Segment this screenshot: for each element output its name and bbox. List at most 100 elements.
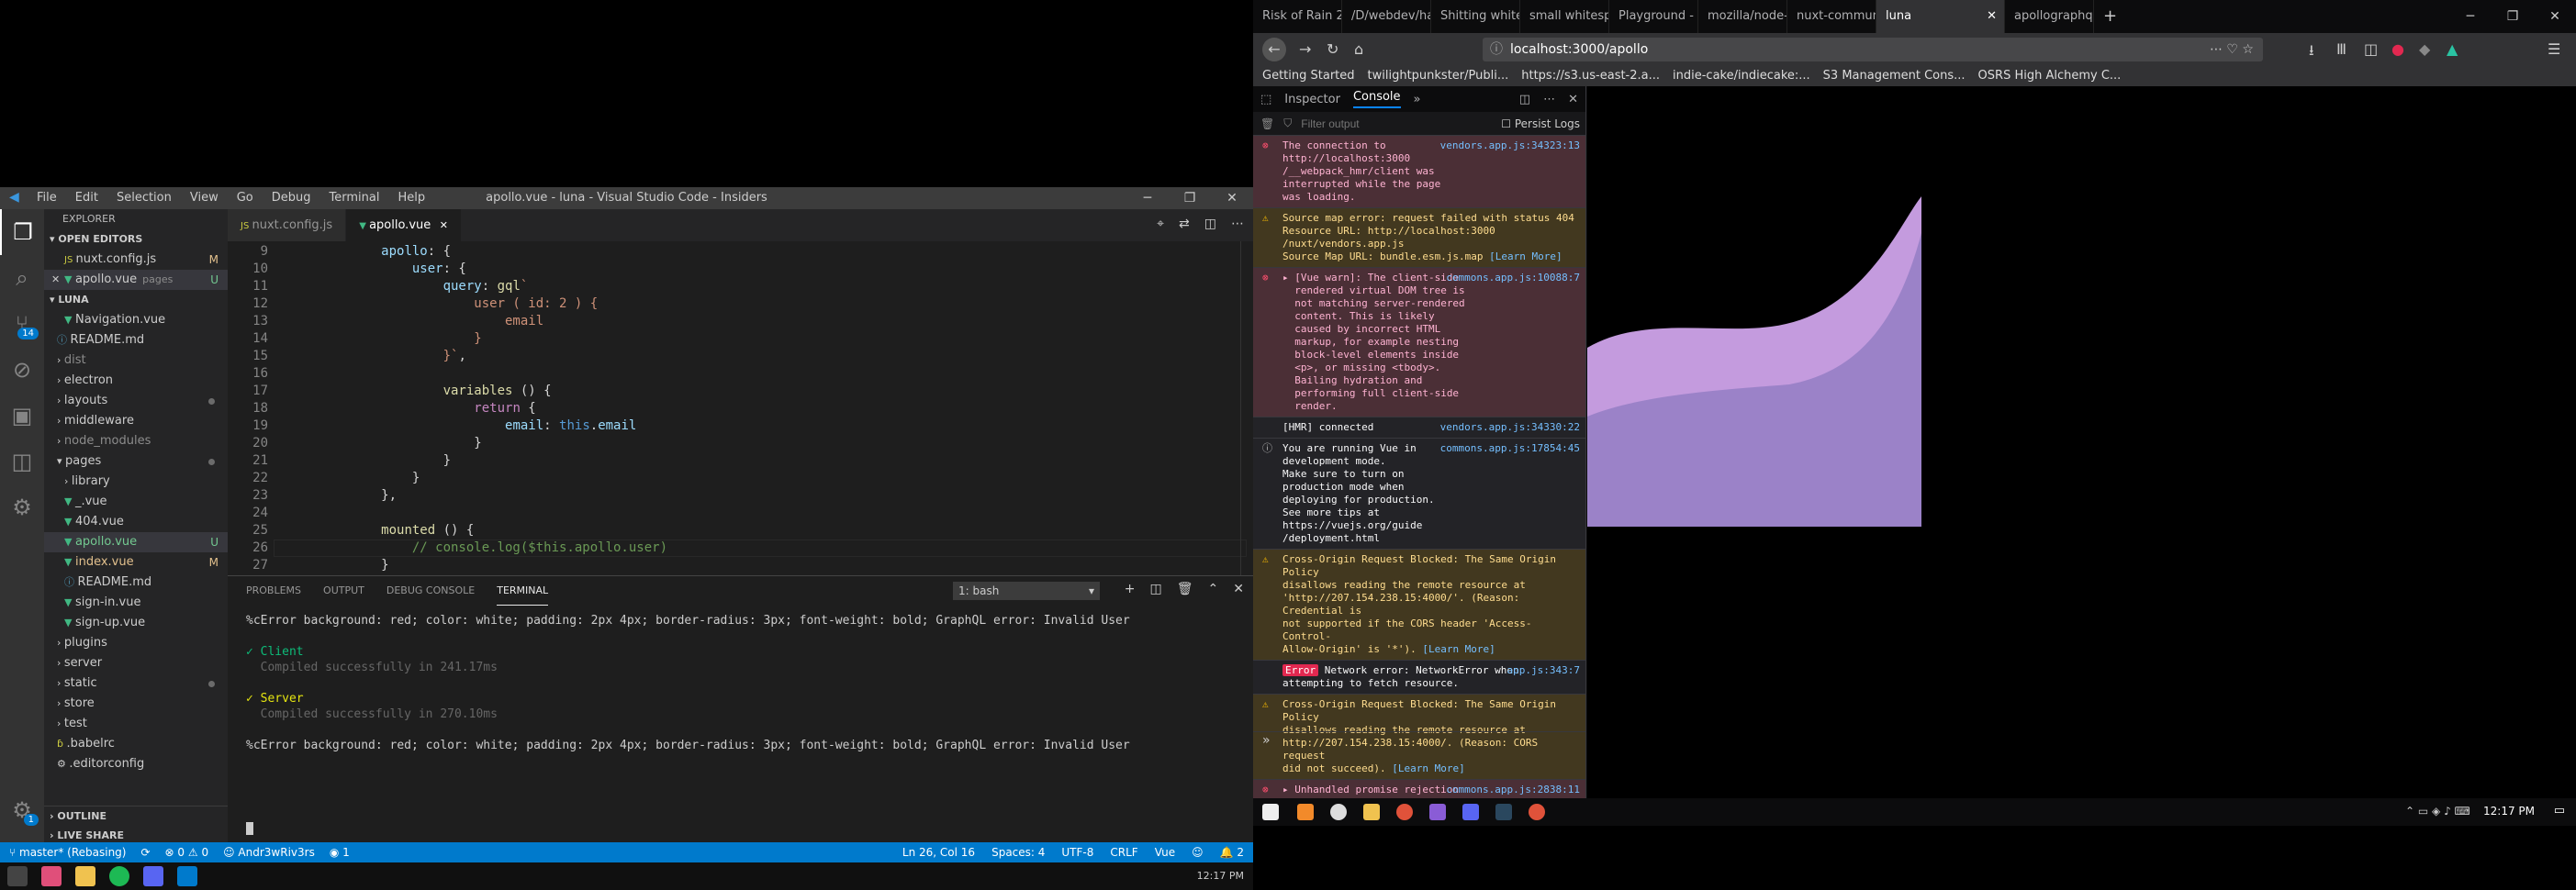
file-tree-item[interactable]: ▼ _.vue [44, 492, 228, 512]
file-tree-item[interactable]: › middleware [44, 411, 228, 431]
url-bar[interactable]: ⓘ localhost:3000/apollo ⋯ ♡ ☆ [1483, 38, 2263, 61]
panel-tab-terminal[interactable]: TERMINAL [497, 576, 549, 606]
file-tree-item[interactable]: ▼ sign-up.vue [44, 613, 228, 633]
file-tree-item[interactable]: › dist [44, 350, 228, 371]
browser-tab[interactable]: nuxt-community [1787, 0, 1876, 33]
close-panel-icon[interactable]: ✕ [1233, 582, 1244, 596]
file-tree-item[interactable]: ▼ index.vue M [44, 552, 228, 573]
trash-icon[interactable]: 🗑 [1177, 582, 1193, 596]
file-tree-item[interactable]: › layouts [44, 391, 228, 411]
panel-tab-debug-console[interactable]: DEBUG CONSOLE [386, 576, 475, 606]
bookmark-item[interactable]: twilightpunkster/Publi... [1368, 66, 1509, 86]
downloads-icon[interactable]: ⭳ [2309, 40, 2314, 65]
panel-tab-output[interactable]: OUTPUT [323, 576, 364, 606]
new-terminal-icon[interactable]: + [1125, 582, 1136, 596]
maximize-icon[interactable]: ❐ [2492, 0, 2534, 33]
reload-icon[interactable]: ↻ [1327, 40, 1338, 58]
cursor-position[interactable]: Ln 26, Col 16 [902, 842, 975, 862]
code-editor[interactable]: 9 apollo: {10 user: {11 query: gql` 12 us… [228, 241, 1253, 625]
menu-item-selection[interactable]: Selection [117, 191, 172, 205]
editor-tab[interactable]: JS nuxt.config.js [228, 209, 347, 241]
app-icon[interactable] [1330, 804, 1347, 820]
console-message[interactable]: ⚠ Cross-Origin Request Blocked: The Same … [1253, 550, 1585, 661]
notifications[interactable]: 🔔 2 [1220, 842, 1244, 862]
console-source-link[interactable]: vendors.app.js:34330:22 [1440, 421, 1580, 434]
live-share-count[interactable]: ◉ 1 [330, 842, 350, 862]
git-branch[interactable]: ⑂ master* (Rebasing) [9, 842, 126, 862]
search-icon[interactable]: ⌕ [0, 255, 44, 301]
browser-tab[interactable]: Shitting white line [1431, 0, 1520, 33]
bookmark-item[interactable]: Getting Started [1262, 66, 1355, 86]
spotify-icon[interactable] [109, 866, 129, 886]
extension-icon[interactable]: ● [2391, 40, 2404, 58]
file-tree-item[interactable]: › store [44, 694, 228, 714]
menu-item-help[interactable]: Help [398, 191, 425, 205]
feedback-icon[interactable]: ☺ [1192, 842, 1204, 862]
vscode-icon[interactable] [177, 866, 197, 886]
open-editors-section[interactable]: ▾ OPEN EDITORS [44, 229, 228, 250]
library-icon[interactable]: Ⅲ [2336, 40, 2346, 58]
browser-tab[interactable]: apollographql/gr [2005, 0, 2094, 33]
indentation[interactable]: Spaces: 4 [991, 842, 1045, 862]
chrome-icon[interactable] [1396, 804, 1413, 820]
devtools-menu-icon[interactable]: ⋯ [1543, 93, 1555, 106]
console-message[interactable]: [HMR] connected vendors.app.js:34330:22 [1253, 417, 1585, 439]
language-mode[interactable]: Vue [1155, 842, 1175, 862]
menu-item-file[interactable]: File [37, 191, 57, 205]
file-tree-item[interactable]: ▾ pages [44, 451, 228, 472]
close-icon[interactable]: ✕ [1987, 0, 1997, 33]
forward-icon[interactable]: → [1299, 40, 1311, 58]
menu-icon[interactable]: ☰ [2548, 40, 2560, 58]
back-icon[interactable]: ← [1262, 38, 1286, 61]
console-message[interactable]: Error Network error: NetworkError when a… [1253, 661, 1585, 695]
settings-sync-icon[interactable]: ⚙ [0, 484, 44, 530]
learn-more-link[interactable]: [Learn More] [1392, 762, 1464, 774]
file-tree-item[interactable]: ⚙ .editorconfig [44, 754, 228, 774]
outline-section[interactable]: › OUTLINE [44, 806, 228, 826]
debug-icon[interactable]: ⊘ [0, 347, 44, 393]
scrollbar[interactable] [1240, 241, 1253, 575]
problems-indicator[interactable]: ⊗ 0 ⚠ 0 [165, 842, 209, 862]
more-actions-icon[interactable]: ⋯ [1231, 217, 1244, 231]
source-control-icon[interactable]: ⑂ 14 [0, 301, 44, 347]
maximize-panel-icon[interactable]: ⌃ [1208, 582, 1219, 596]
panel-tab-problems[interactable]: PROBLEMS [246, 576, 301, 606]
file-tree-item[interactable]: › static [44, 673, 228, 694]
pick-element-icon[interactable]: ⬚ [1260, 93, 1271, 106]
file-tree-item[interactable]: ɓ .babelrc [44, 734, 228, 754]
persist-logs-checkbox[interactable]: ☐ Persist Logs [1501, 117, 1580, 130]
file-tree-item[interactable]: ▼ sign-in.vue [44, 593, 228, 613]
file-tree-item[interactable]: ⓘ README.md [44, 573, 228, 593]
minimize-icon[interactable]: ─ [1126, 187, 1169, 209]
extensions-icon[interactable]: ▣ [0, 393, 44, 439]
notification-icon[interactable]: ▭ [2554, 804, 2565, 818]
remote-icon[interactable]: ◫ [0, 439, 44, 484]
app-icon[interactable] [1297, 804, 1314, 820]
file-tree-item[interactable]: › node_modules [44, 431, 228, 451]
file-tree-item[interactable]: ▼ 404.vue [44, 512, 228, 532]
chrome-icon[interactable] [1529, 804, 1545, 820]
console-source-link[interactable]: commons.app.js:2838:11 [1446, 784, 1580, 796]
filter-input[interactable] [1301, 117, 1467, 130]
file-tree-item[interactable]: ⓘ README.md [44, 330, 228, 350]
browser-tab[interactable]: Risk of Rain 2 on [1253, 0, 1342, 33]
close-icon[interactable]: ✕ [2534, 0, 2576, 33]
new-tab-icon[interactable]: + [2094, 0, 2117, 33]
start-icon[interactable] [7, 866, 28, 886]
app-icon[interactable] [1462, 804, 1479, 820]
bookmark-item[interactable]: https://s3.us-east-2.a... [1521, 66, 1660, 86]
dock-icon[interactable]: ◫ [1519, 93, 1530, 106]
file-tree-item[interactable]: ▼ Navigation.vue [44, 310, 228, 330]
bookmark-item[interactable]: S3 Management Cons... [1823, 66, 1966, 86]
close-icon[interactable]: ✕ [1211, 187, 1253, 209]
manage-gear-icon[interactable]: ⚙ 1 [0, 787, 44, 833]
menu-item-view[interactable]: View [190, 191, 218, 205]
page-actions-icon[interactable]: ⋯ ♡ ☆ [2210, 38, 2254, 61]
editor-tab[interactable]: ▼ apollo.vue ✕ [346, 209, 462, 241]
live-share-user[interactable]: ☺ Andr3wRiv3rs [223, 842, 315, 862]
split-terminal-icon[interactable]: ◫ [1150, 582, 1162, 596]
console-message[interactable]: ⚠ Cross-Origin Request Blocked: The Same … [1253, 695, 1585, 780]
learn-more-link[interactable]: [Learn More] [1422, 643, 1495, 655]
close-devtools-icon[interactable]: ✕ [1568, 93, 1585, 106]
minimize-icon[interactable]: ─ [2449, 0, 2492, 33]
